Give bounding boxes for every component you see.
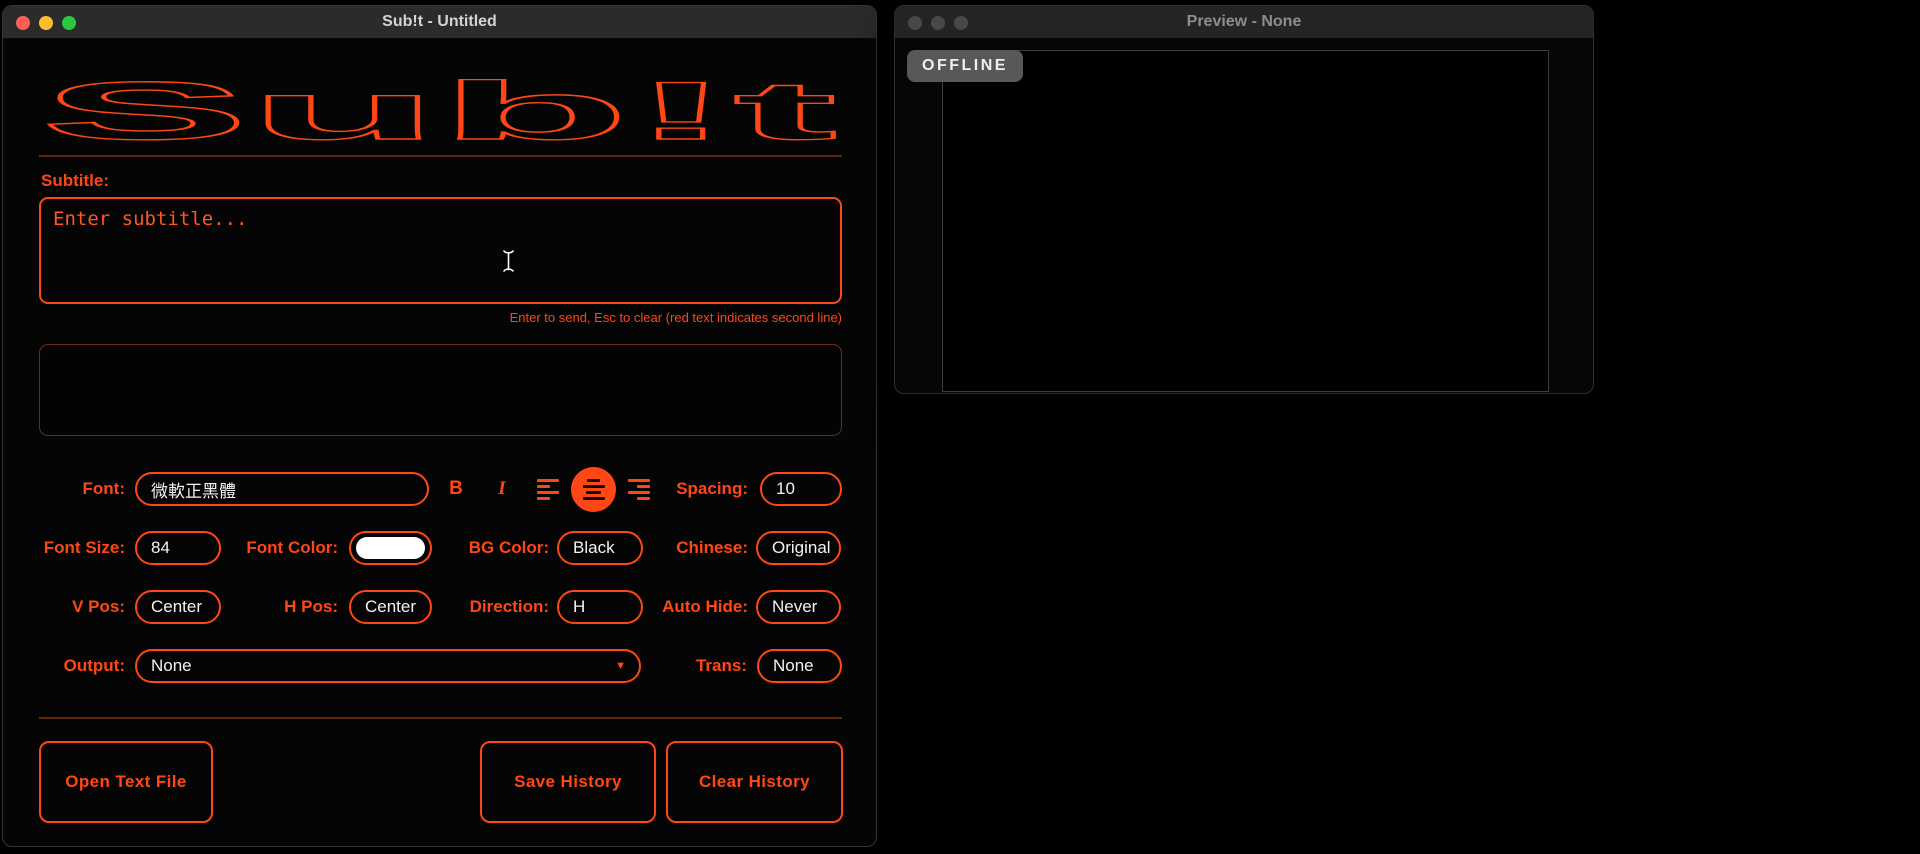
- bold-button[interactable]: B: [445, 478, 467, 500]
- font-name-input[interactable]: [135, 472, 429, 506]
- traffic-lights: [16, 6, 76, 39]
- subtitle-label: Subtitle:: [41, 171, 109, 190]
- row-output: Output: None ▼ Trans: None: [39, 648, 842, 684]
- main-titlebar[interactable]: Sub!t - Untitled: [3, 6, 876, 39]
- v-pos-select[interactable]: Center: [135, 590, 221, 624]
- h-pos-value: Center: [365, 597, 417, 616]
- bg-color-label: BG Color:: [468, 538, 549, 557]
- h-pos-label: H Pos:: [284, 597, 338, 616]
- row-font: Font: B I Spacing:: [39, 466, 842, 512]
- open-text-file-button[interactable]: Open Text File: [39, 741, 213, 823]
- clear-history-button[interactable]: Clear History: [666, 741, 843, 823]
- svg-text:Sub!t: Sub!t: [41, 79, 837, 151]
- zoom-button[interactable]: [62, 15, 76, 30]
- subtitle-helper-text: Enter to send, Esc to clear (red text in…: [509, 310, 842, 325]
- italic-button[interactable]: I: [491, 478, 513, 500]
- chinese-label: Chinese:: [676, 538, 748, 557]
- chevron-down-icon: ▼: [615, 660, 626, 672]
- close-button-inactive[interactable]: [908, 15, 922, 30]
- align-center-icon: [582, 478, 605, 500]
- chinese-select[interactable]: Original: [756, 531, 841, 565]
- preview-area: [942, 50, 1549, 392]
- align-right-icon[interactable]: [628, 478, 650, 500]
- font-color-swatch[interactable]: [349, 531, 432, 565]
- trans-value: None: [773, 656, 814, 675]
- auto-hide-label: Auto Hide:: [662, 597, 748, 616]
- preview-titlebar[interactable]: Preview - None: [895, 6, 1593, 39]
- chinese-value: Original: [772, 538, 831, 557]
- bg-color-select[interactable]: Black: [557, 531, 643, 565]
- auto-hide-select[interactable]: Never: [756, 590, 841, 624]
- direction-label: Direction:: [469, 597, 549, 616]
- row-size: Font Size: Font Color: BG Color: Black C…: [39, 530, 842, 566]
- font-color-value: [356, 537, 425, 559]
- font-size-label: Font Size:: [43, 538, 125, 557]
- output-select[interactable]: None ▼: [135, 649, 641, 683]
- preview-window-title: Preview - None: [1186, 13, 1302, 30]
- save-history-button[interactable]: Save History: [480, 741, 656, 823]
- preview-window: Preview - None OFFLINE: [894, 5, 1594, 394]
- align-center-button-active[interactable]: [571, 466, 616, 512]
- auto-hide-value: Never: [772, 597, 818, 616]
- text-cursor-ibeam: [502, 249, 515, 278]
- zoom-button-inactive[interactable]: [954, 15, 968, 30]
- history-box[interactable]: [39, 344, 842, 436]
- row-pos: V Pos: Center H Pos: Center Direction: H…: [39, 589, 842, 625]
- preview-content: OFFLINE: [895, 39, 1593, 393]
- main-content: Sub!t Subtitle: Enter to send, Esc to cl…: [3, 39, 876, 846]
- font-color-label: Font Color:: [246, 538, 338, 557]
- spacing-input[interactable]: [760, 472, 842, 506]
- subtitle-input[interactable]: [39, 197, 842, 304]
- main-window-title: Sub!t - Untitled: [382, 13, 497, 30]
- output-label: Output:: [63, 656, 125, 675]
- h-pos-select[interactable]: Center: [349, 590, 432, 624]
- direction-select[interactable]: H: [557, 590, 643, 624]
- font-size-input[interactable]: [135, 531, 221, 565]
- divider: [39, 717, 842, 719]
- spacing-label: Spacing:: [676, 479, 748, 498]
- divider: [39, 155, 842, 157]
- close-button[interactable]: [16, 15, 30, 30]
- minimize-button[interactable]: [39, 15, 53, 30]
- preview-traffic-lights: [908, 6, 968, 39]
- main-window: Sub!t - Untitled Sub!t Subtitle: Enter t…: [2, 5, 877, 847]
- trans-label: Trans:: [695, 656, 747, 675]
- trans-select[interactable]: None: [757, 649, 842, 683]
- status-badge: OFFLINE: [907, 50, 1023, 82]
- minimize-button-inactive[interactable]: [931, 15, 945, 30]
- v-pos-label: V Pos:: [72, 597, 125, 616]
- bg-color-value: Black: [573, 538, 615, 557]
- align-left-icon[interactable]: [537, 478, 559, 500]
- v-pos-value: Center: [151, 597, 203, 616]
- direction-value: H: [573, 597, 586, 616]
- app-logo: Sub!t: [39, 65, 842, 157]
- font-label: Font:: [82, 479, 125, 498]
- output-value: None: [151, 656, 192, 675]
